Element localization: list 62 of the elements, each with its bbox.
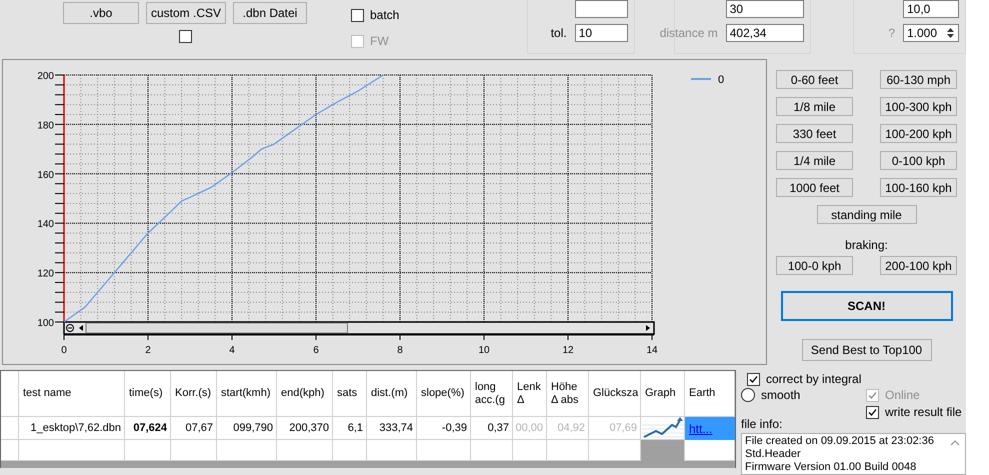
rollout-field[interactable]: 30 [726,0,804,18]
checkbox-label: write result file [885,405,962,419]
braking-label: braking: [845,238,888,252]
scroll-up-icon[interactable] [948,438,962,448]
x-tick-label: 8 [397,345,403,356]
tol-field[interactable]: 10 [574,24,628,42]
tol-label: tol. [550,26,567,40]
factor-label: ? [888,26,895,40]
y-tick-label: 160 [37,170,54,181]
y-tick-label: 200 [37,71,54,82]
row-header-cell [1,440,19,461]
radio-button[interactable] [741,388,755,402]
x-tick-label: 4 [229,345,235,356]
distance-field[interactable]: 402,34 [726,24,804,42]
range-button[interactable]: 330 feet [776,124,853,143]
x-tick-label: 2 [145,345,151,356]
checkbox[interactable] [866,406,879,418]
range-button[interactable]: 1000 feet [776,178,853,197]
checkbox-label: batch [370,8,400,22]
import-button[interactable]: .vbo [63,2,139,24]
range-button[interactable]: 1/8 mile [776,97,853,116]
range-button[interactable]: 100-160 kph [880,178,957,197]
y-tick-label: 100 [37,318,54,329]
braking-button[interactable]: 200-100 kph [880,256,957,275]
scan-button[interactable]: SCAN! [780,291,952,321]
range-button[interactable]: 100-300 kph [880,97,957,116]
import-button[interactable]: custom .CSV [146,2,226,24]
x-tick-label: 14 [646,345,658,356]
radio-label: smooth [761,388,800,402]
import-button[interactable]: .dbn Datei [233,2,307,24]
range-button[interactable]: 0-60 feet [776,70,853,89]
checkbox-label: FW [370,34,389,48]
range-button[interactable]: 1/4 mile [776,151,853,170]
file-info-box[interactable]: File created on 09.09.2015 at 23:02:36 Std.Header Firmware Version 01.00 Build 0048 [741,433,966,475]
distance-label: distance m [660,26,718,40]
x-tick-label: 12 [562,345,574,356]
legend-label: 0 [718,74,724,86]
file-info-label: file info: [741,417,784,431]
checkbox-label: correct by integral [766,372,862,386]
range-button[interactable]: 60-130 mph [880,70,957,89]
y-tick-label: 120 [37,268,54,280]
x-tick-label: 10 [478,345,490,356]
legend-line [691,78,711,80]
chart-scrollbar[interactable] [63,321,655,335]
trend-graph-icon [642,417,684,439]
x-tick-label: 6 [313,345,319,356]
file-info-text: File created on 09.09.2015 at 23:02:36 Std.Header Firmware Version 01.00 Build 0048 [744,434,935,474]
checkbox[interactable] [747,372,760,386]
end-field[interactable] [574,0,628,18]
x-tick-label: 0 [61,345,67,356]
checkbox[interactable] [351,8,364,22]
checkbox[interactable] [178,30,192,43]
factor-spinner[interactable]: 1.000 [903,24,959,42]
checkbox-label: Online [885,388,920,402]
standing-mile-button[interactable]: standing mile [816,205,916,224]
send-button[interactable]: Send Best to Top100 [802,339,932,361]
y-tick-label: 140 [37,219,54,230]
y-tick-label: 180 [37,120,54,132]
range-button[interactable]: 0-100 kph [880,151,957,170]
time-field[interactable]: 10,0 [903,0,959,18]
range-button[interactable]: 100-200 kph [880,124,957,143]
braking-button[interactable]: 100-0 kph [776,256,853,275]
